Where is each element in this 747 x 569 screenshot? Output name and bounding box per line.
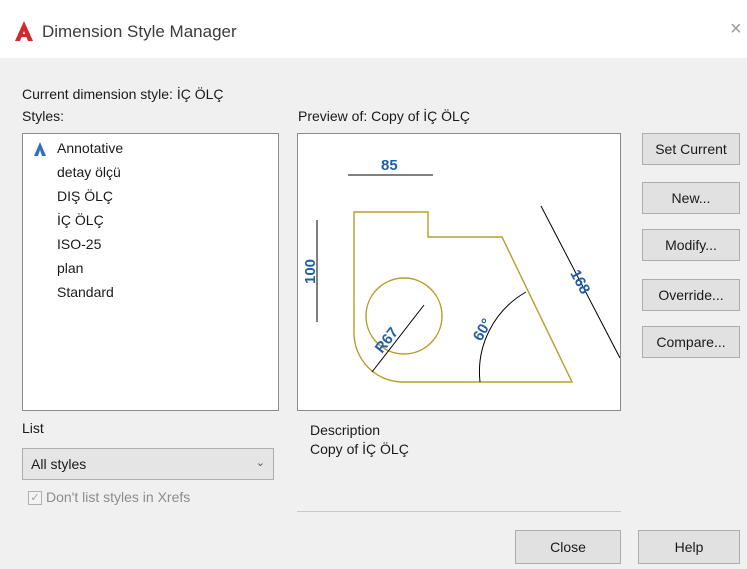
- list-selected-value: All styles: [31, 456, 87, 472]
- dim-100-text: 100: [302, 259, 319, 284]
- close-button[interactable]: Close: [515, 530, 621, 564]
- style-item-plan[interactable]: plan: [57, 260, 83, 276]
- preview-drawing: 85 100 168 R67 60°: [302, 157, 620, 383]
- modify-button[interactable]: Modify...: [642, 229, 740, 261]
- style-item-detay-olcu[interactable]: detay ölçü: [57, 164, 121, 180]
- compare-button[interactable]: Compare...: [642, 326, 740, 358]
- description-text: Copy of İÇ ÖLÇ: [310, 441, 409, 457]
- part-outline: [353, 211, 574, 383]
- close-icon[interactable]: ×: [730, 18, 742, 41]
- style-item-iso-25[interactable]: ISO-25: [57, 236, 101, 252]
- autocad-app-icon: [15, 21, 33, 41]
- dim-168-text: 168: [566, 267, 593, 297]
- annotative-icon: [34, 142, 46, 156]
- preview-label: Preview of: Copy of İÇ ÖLÇ: [298, 108, 470, 124]
- chevron-down-icon: ⌄: [255, 457, 265, 469]
- style-item-ic-olc[interactable]: İÇ ÖLÇ: [57, 212, 104, 228]
- style-item-standard[interactable]: Standard: [57, 284, 114, 300]
- window-title: Dimension Style Manager: [42, 22, 237, 41]
- dim-85-text: 85: [381, 157, 398, 174]
- styles-list[interactable]: Annotative detay ölçü DIŞ ÖLÇ İÇ ÖLÇ ISO…: [22, 133, 279, 411]
- styles-label: Styles:: [22, 108, 65, 124]
- override-button[interactable]: Override...: [642, 279, 740, 311]
- help-button[interactable]: Help: [638, 530, 740, 564]
- current-style-label: Current dimension style: İÇ ÖLÇ: [22, 86, 224, 102]
- style-item-annotative[interactable]: Annotative: [57, 140, 123, 156]
- dim-60-text: 60°: [470, 316, 496, 344]
- dim-r67-text: R67: [372, 324, 402, 356]
- list-dropdown[interactable]: All styles ⌄: [22, 448, 274, 480]
- description-label: Description: [310, 422, 381, 438]
- new-button[interactable]: New...: [642, 182, 740, 214]
- xrefs-checkbox[interactable]: ✓: [28, 491, 42, 505]
- list-label: List: [22, 420, 44, 436]
- xrefs-checkbox-label: Don't list styles in Xrefs: [46, 489, 191, 505]
- set-current-button[interactable]: Set Current: [642, 133, 740, 165]
- preview-pane: 85 100 168 R67 60°: [297, 133, 621, 411]
- style-item-dis-olc[interactable]: DIŞ ÖLÇ: [57, 188, 113, 204]
